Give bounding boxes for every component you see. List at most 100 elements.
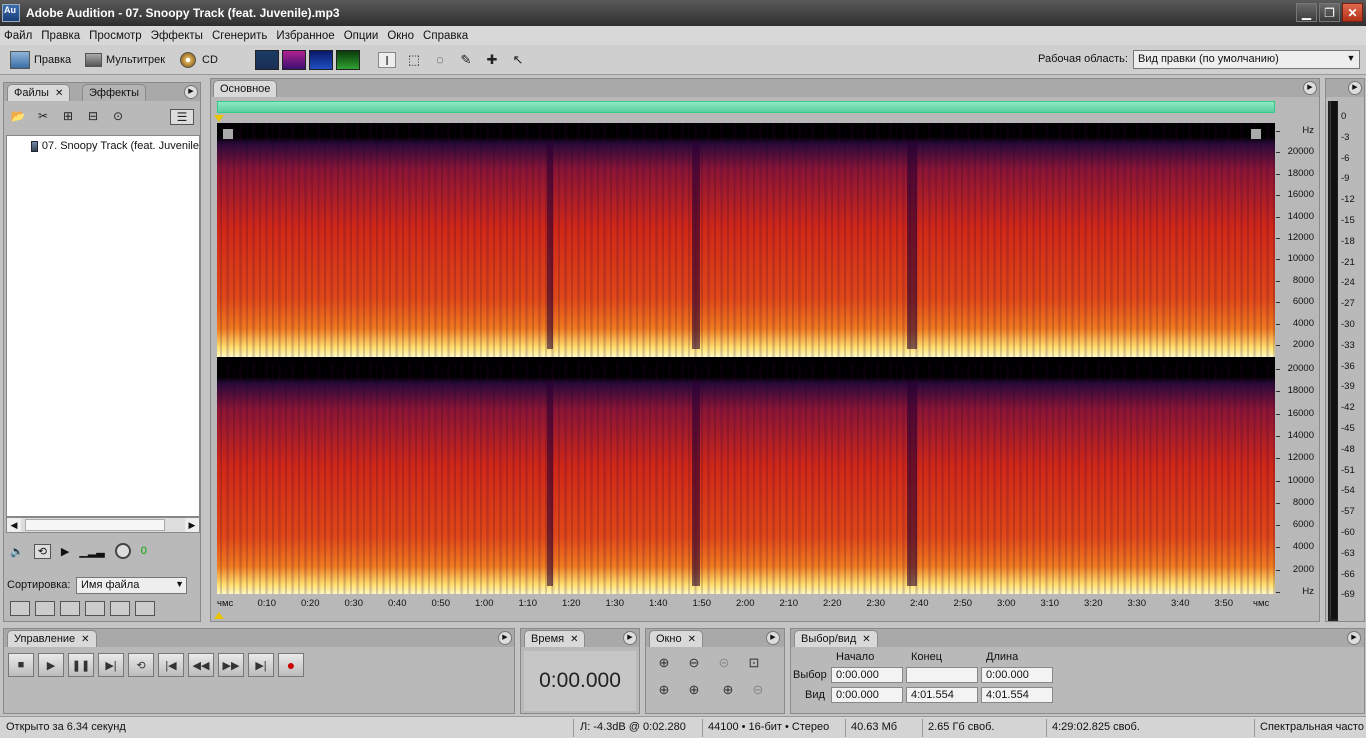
scroll-left-icon[interactable]: ◀ [7,518,21,532]
tab-main[interactable]: Основное [213,80,278,97]
fade-out-handle[interactable] [1251,129,1261,139]
close-icon[interactable]: ✕ [81,634,89,645]
zoom-in-horizontal-icon[interactable]: ⊕ [654,654,674,672]
close-icon[interactable]: ✕ [55,88,63,99]
files-horizontal-scrollbar[interactable]: ◀ ▶ [6,517,200,533]
tab-effects[interactable]: Эффекты [82,84,147,101]
tab-selection-view[interactable]: Выбор/вид ✕ [794,630,878,647]
spectral-display[interactable] [217,123,1275,594]
close-file-icon[interactable]: ✂ [35,109,51,125]
tab-time[interactable]: Время ✕ [524,630,586,647]
scrub-tool-icon[interactable]: ↖ [509,52,527,68]
panel-menu-icon[interactable]: ▶ [498,631,512,645]
sort-dropdown[interactable]: Имя файла ▼ [76,577,187,594]
volume-knob[interactable] [114,543,131,559]
time-selection-tool-icon[interactable]: I [378,52,396,68]
spectral-frequency-display-button[interactable] [282,50,306,70]
menu-favorites[interactable]: Избранное [276,30,334,42]
menu-effects[interactable]: Эффекты [151,30,203,42]
panel-menu-icon[interactable]: ▶ [623,631,637,645]
view-end-field[interactable]: 4:01.554 [906,687,978,703]
cd-view-button[interactable]: CD [180,50,218,70]
spectral-pan-display-button[interactable] [309,50,333,70]
marquee-selection-tool-icon[interactable]: ⬚ [405,52,423,68]
zoom-in-vertical-icon[interactable]: ⊕ [718,681,738,699]
tab-zoom[interactable]: Окно ✕ [649,630,703,647]
zoom-out-horizontal-icon[interactable]: ⊖ [684,654,704,672]
scrollbar-thumb[interactable] [25,519,165,531]
overview-bar[interactable] [217,101,1275,113]
zoom-out-vertical-icon[interactable]: ⊖ [748,681,768,699]
selection-length-field[interactable]: 0:00.000 [981,667,1053,683]
go-to-start-button[interactable]: |◀ [158,653,184,677]
loop-icon[interactable]: ⟲ [33,543,51,559]
insert-multitrack-icon[interactable]: ⊞ [60,109,76,125]
minimize-button[interactable]: ▁ [1296,3,1317,22]
scroll-right-icon[interactable]: ▶ [185,518,199,532]
loop-button[interactable]: ⟲ [128,653,154,677]
open-file-icon[interactable]: 📂 [10,109,26,125]
tab-files[interactable]: Файлы ✕ [7,84,71,101]
zoom-out-full-icon[interactable]: ⊝ [714,654,734,672]
view-length-field[interactable]: 4:01.554 [981,687,1053,703]
close-icon[interactable]: ✕ [862,634,870,645]
files-list[interactable]: 07. Snoopy Track (feat. Juvenile [6,135,200,517]
tab-transport[interactable]: Управление ✕ [7,630,97,647]
show-session-icon[interactable] [135,601,155,616]
speaker-icon[interactable]: 🔈 [10,545,24,558]
view-start-field[interactable]: 0:00.000 [831,687,903,703]
record-button[interactable]: ● [278,653,304,677]
maximize-button[interactable]: ❐ [1319,3,1340,22]
menu-options[interactable]: Опции [344,30,379,42]
show-midi-icon[interactable] [85,601,105,616]
playhead-bottom-marker[interactable] [214,612,224,619]
show-video-icon[interactable] [60,601,80,616]
edit-view-button[interactable]: Правка [10,50,71,70]
play-icon[interactable]: ▶ [61,545,69,558]
go-to-end-button[interactable]: ▶| [248,653,274,677]
close-icon[interactable]: ✕ [688,634,696,645]
menu-view[interactable]: Просмотр [89,30,142,42]
panel-menu-icon[interactable]: ▶ [1347,631,1361,645]
menu-generate[interactable]: Сгенерить [212,30,267,42]
playhead-top-marker[interactable] [214,115,224,122]
show-loops-icon[interactable] [35,601,55,616]
lasso-tool-icon[interactable]: ◌ [431,52,449,68]
rewind-button[interactable]: ◀◀ [188,653,214,677]
selection-end-field[interactable] [906,667,978,683]
close-button[interactable]: ✕ [1342,3,1363,22]
zoom-to-left-edge-icon[interactable]: ⊕ [654,681,674,699]
pause-button[interactable]: ❚❚ [68,653,94,677]
left-channel-spectrum[interactable] [217,123,1275,357]
list-item[interactable]: 07. Snoopy Track (feat. Juvenile [31,140,199,152]
fast-forward-button[interactable]: ▶▶ [218,653,244,677]
menu-help[interactable]: Справка [423,30,468,42]
menu-edit[interactable]: Правка [41,30,80,42]
effects-paintbrush-tool-icon[interactable]: ✎ [457,52,475,68]
spectral-phase-display-button[interactable] [336,50,360,70]
play-to-end-button[interactable]: ▶| [98,653,124,677]
spot-healing-brush-tool-icon[interactable]: ✚ [483,52,501,68]
insert-cd-icon[interactable]: ⊟ [85,109,101,125]
edit-file-icon[interactable]: ⊙ [110,109,126,125]
play-button[interactable]: ▶ [38,653,64,677]
menu-window[interactable]: Окно [387,30,414,42]
zoom-to-right-edge-icon[interactable]: ⊕ [684,681,704,699]
panel-menu-icon[interactable]: ▶ [1348,81,1362,95]
close-icon[interactable]: ✕ [570,634,578,645]
right-channel-spectrum[interactable] [217,363,1275,594]
selection-start-field[interactable]: 0:00.000 [831,667,903,683]
panel-menu-icon[interactable]: ▶ [1303,81,1317,95]
panel-menu-icon[interactable]: ▶ [766,631,780,645]
fade-in-handle[interactable] [223,129,233,139]
multitrack-view-button[interactable]: Мультитрек [85,50,165,70]
menu-file[interactable]: Файл [4,30,32,42]
time-ruler[interactable]: чмс 0:10 0:20 0:30 0:40 0:50 1:00 1:10 1:20 1:30 1… [217,596,1275,612]
workspace-dropdown[interactable]: Вид правки (по умолчанию) ▼ [1133,50,1360,69]
show-options-icon[interactable]: ☰ [170,109,194,125]
zoom-to-selection-icon[interactable]: ⊡ [744,654,764,672]
stop-button[interactable]: ■ [8,653,34,677]
show-audio-icon[interactable] [10,601,30,616]
waveform-display-button[interactable] [255,50,279,70]
panel-menu-icon[interactable]: ▶ [184,85,198,99]
